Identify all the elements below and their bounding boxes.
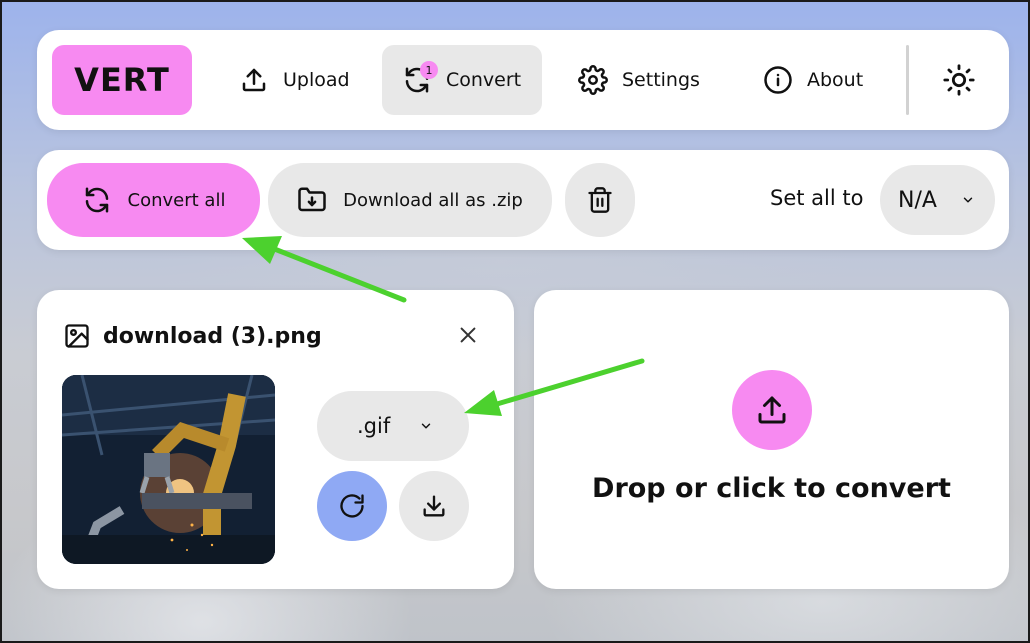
file-thumbnail [62, 375, 275, 564]
vert-logo[interactable]: VERT [52, 45, 192, 115]
nav-divider [906, 45, 909, 115]
dropzone-upload-circle[interactable] [732, 370, 812, 450]
gear-icon [578, 65, 608, 95]
download-zip-label: Download all as .zip [343, 189, 523, 211]
info-icon [764, 66, 792, 94]
folder-download-icon [298, 187, 326, 212]
download-file-button[interactable] [399, 471, 469, 541]
convert-file-button[interactable] [317, 471, 387, 541]
close-icon[interactable] [457, 324, 479, 346]
sun-icon[interactable] [942, 63, 976, 97]
nav-about-label: About [807, 69, 864, 91]
dropzone-text: Drop or click to convert [592, 473, 951, 504]
chevron-down-icon [963, 197, 973, 203]
chevron-down-icon [421, 423, 431, 429]
toolbar: Convert all Download all as .zip Set all… [37, 150, 1009, 250]
file-title: download (3).png [63, 322, 322, 350]
set-all-value: N/A [898, 187, 937, 213]
robot-arm-image [62, 375, 275, 564]
convert-count-badge: 1 [420, 61, 438, 79]
nav-upload[interactable]: Upload [219, 45, 370, 115]
nav-settings-label: Settings [622, 69, 700, 91]
trash-icon [588, 187, 612, 213]
image-file-icon [65, 324, 89, 348]
nav-convert[interactable]: 1 Convert [382, 45, 542, 115]
clear-all-button[interactable] [565, 163, 635, 237]
convert-all-button[interactable]: Convert all [47, 163, 260, 237]
dropzone[interactable]: Drop or click to convert [534, 290, 1009, 589]
nav-convert-label: Convert [446, 69, 522, 91]
file-format-select[interactable]: .gif [317, 391, 469, 461]
convert-icon [85, 187, 108, 213]
upload-icon [758, 396, 786, 424]
nav-bar: VERT Upload 1 Convert Settings About [37, 30, 1009, 130]
set-all-format-select[interactable]: N/A [880, 165, 995, 235]
file-name: download (3).png [103, 323, 322, 349]
upload-icon [242, 68, 266, 92]
set-all-label: Set all to [770, 186, 864, 210]
refresh-icon [340, 494, 364, 518]
file-card: download (3).png .gif [37, 290, 514, 589]
nav-settings[interactable]: Settings [558, 45, 720, 115]
nav-about[interactable]: About [743, 45, 883, 115]
download-zip-button[interactable]: Download all as .zip [268, 163, 552, 237]
file-format-value: .gif [357, 414, 391, 438]
nav-upload-label: Upload [283, 69, 350, 91]
convert-all-label: Convert all [127, 189, 226, 211]
download-icon [423, 495, 445, 517]
